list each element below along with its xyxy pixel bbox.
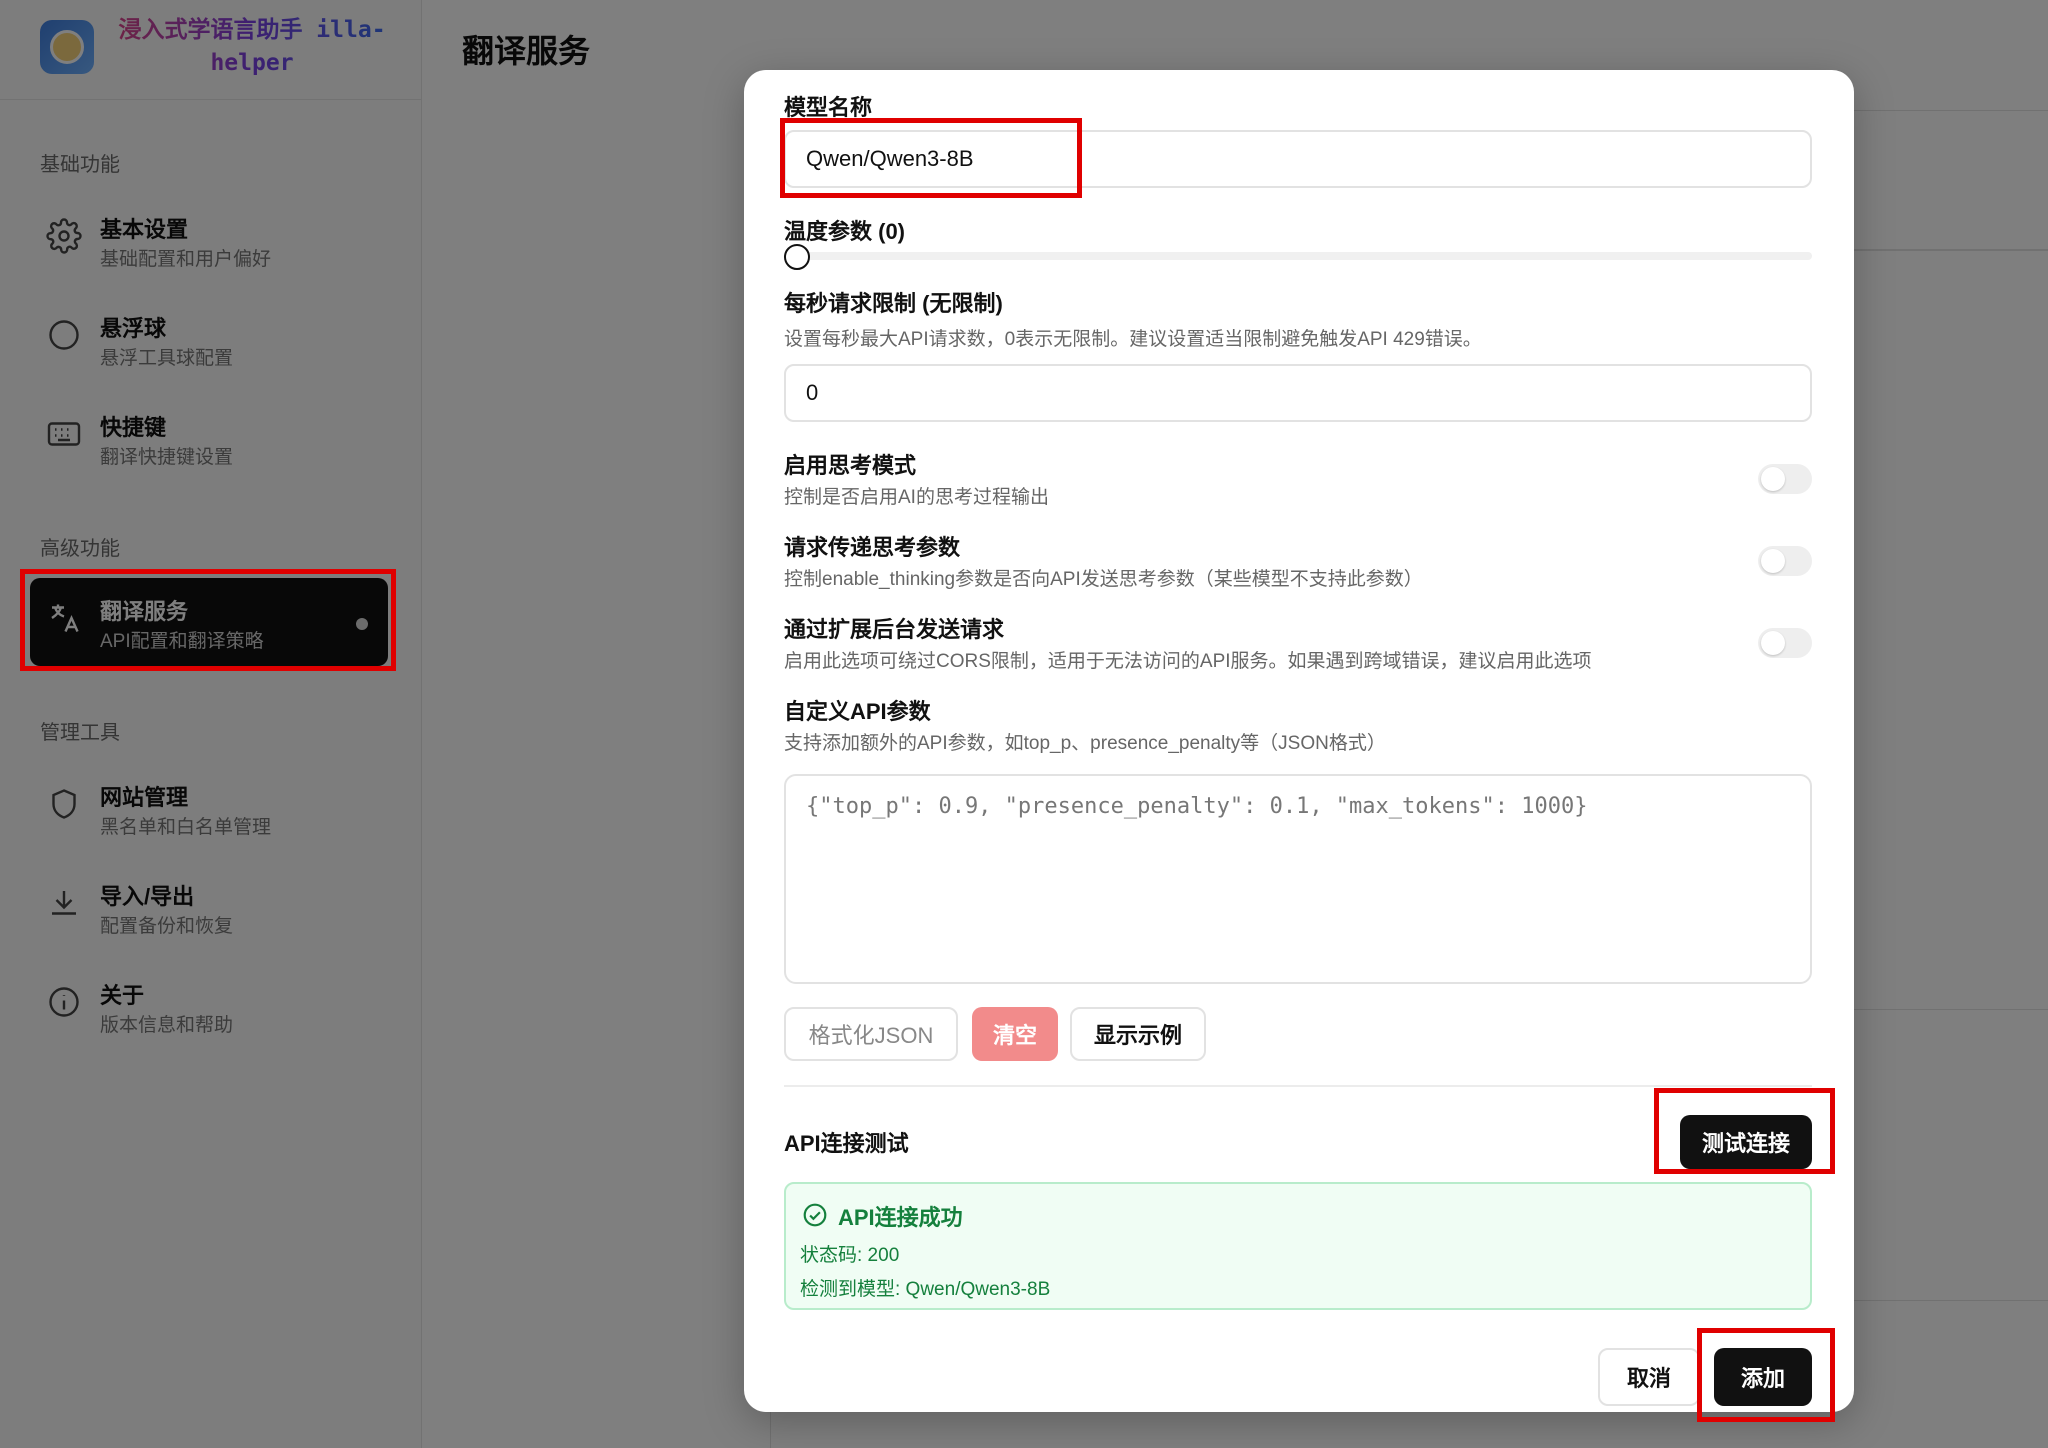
add-button[interactable]: 添加	[1714, 1348, 1812, 1406]
divider	[784, 1085, 1812, 1087]
thinking-mode-toggle[interactable]	[1758, 464, 1812, 494]
thinking-mode-label: 启用思考模式	[784, 453, 917, 478]
custom-params-textarea[interactable]: {"top_p": 0.9, "presence_penalty": 0.1, …	[784, 774, 1812, 984]
show-example-button[interactable]: 显示示例	[1070, 1007, 1206, 1061]
cancel-button[interactable]: 取消	[1598, 1348, 1700, 1406]
temperature-slider-thumb[interactable]	[784, 244, 810, 270]
api-test-result-title: API连接成功	[838, 1205, 963, 1230]
check-circle-icon	[803, 1203, 827, 1227]
add-model-dialog: 模型名称 Qwen/Qwen3-8B 温度参数 (0) 每秒请求限制 (无限制)…	[744, 70, 1854, 1412]
custom-params-help: 支持添加额外的API参数，如top_p、presence_penalty等（JS…	[784, 733, 1386, 754]
temperature-slider-track[interactable]	[784, 252, 1812, 260]
model-name-input[interactable]: Qwen/Qwen3-8B	[784, 130, 1812, 188]
api-test-detected-model: 检测到模型: Qwen/Qwen3-8B	[800, 1279, 1051, 1300]
thinking-param-toggle[interactable]	[1758, 546, 1812, 576]
thinking-param-help: 控制enable_thinking参数是否向API发送思考参数（某些模型不支持此…	[784, 569, 1423, 590]
temperature-label: 温度参数 (0)	[784, 219, 906, 244]
background-request-help: 启用此选项可绕过CORS限制，适用于无法访问的API服务。如果遇到跨域错误，建议…	[784, 651, 1592, 672]
thinking-param-label: 请求传递思考参数	[784, 535, 961, 560]
format-json-button[interactable]: 格式化JSON	[784, 1007, 958, 1061]
model-name-label: 模型名称	[784, 95, 873, 120]
clear-button[interactable]: 清空	[972, 1007, 1058, 1061]
test-connection-button[interactable]: 测试连接	[1680, 1115, 1812, 1169]
api-test-status-code: 状态码: 200	[800, 1245, 900, 1266]
api-test-result: API连接成功 状态码: 200 检测到模型: Qwen/Qwen3-8B	[784, 1182, 1812, 1310]
custom-params-label: 自定义API参数	[784, 699, 931, 724]
rate-limit-label: 每秒请求限制 (无限制)	[784, 291, 1003, 316]
api-test-label: API连接测试	[784, 1131, 909, 1156]
thinking-mode-help: 控制是否启用AI的思考过程输出	[784, 487, 1049, 508]
rate-limit-input[interactable]: 0	[784, 364, 1812, 422]
rate-limit-help: 设置每秒最大API请求数，0表示无限制。建议设置适当限制避免触发API 429错…	[784, 329, 1482, 350]
background-request-label: 通过扩展后台发送请求	[784, 617, 1005, 642]
background-request-toggle[interactable]	[1758, 628, 1812, 658]
